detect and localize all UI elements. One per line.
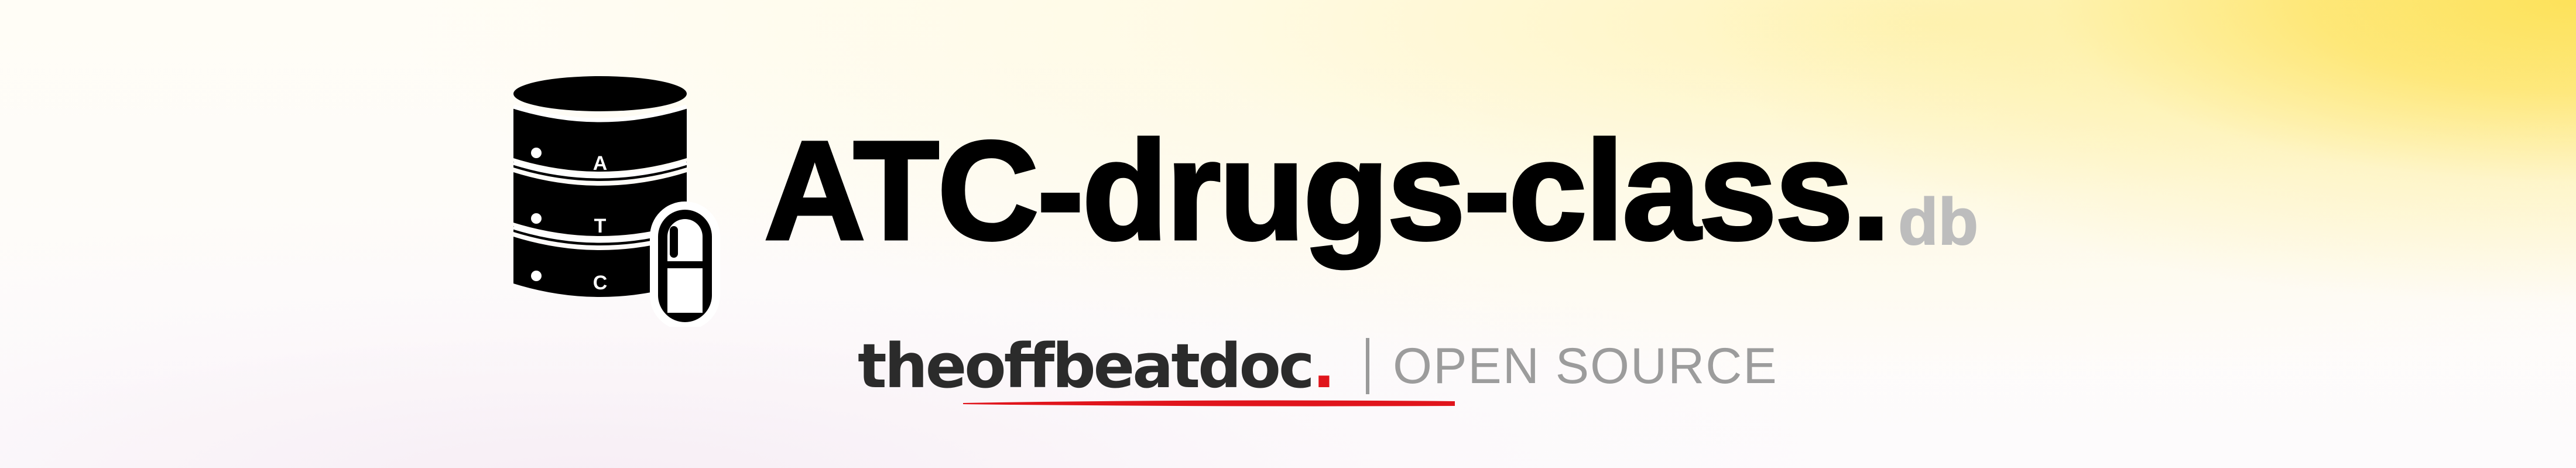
logo-letter-c: C	[593, 272, 608, 294]
brand-name: theoffbeatdoc.	[858, 330, 1335, 402]
logo-letter-a: A	[593, 152, 608, 175]
logo-letter-t: T	[594, 215, 607, 237]
title-suffix: db	[1897, 185, 1979, 258]
capsule-icon	[650, 201, 720, 327]
database-pill-icon: A T C	[512, 76, 720, 327]
divider	[1366, 338, 1370, 394]
title-main: ATC-drugs-class.	[762, 112, 1892, 269]
brand-underline	[963, 400, 1455, 406]
title: ATC-drugs-class. db	[762, 119, 1979, 262]
brand-logo: theoffbeatdoc.	[858, 336, 1455, 406]
tagline: OPEN SOURCE	[1393, 338, 1778, 394]
brand-row: theoffbeatdoc. OPEN SOURCE	[858, 334, 1778, 406]
brand-name-text: theoffbeatdoc	[858, 330, 1315, 402]
brand-dot: .	[1312, 330, 1335, 402]
banner: { "logo": { "icon": "database-pill-icon"…	[0, 0, 2576, 468]
